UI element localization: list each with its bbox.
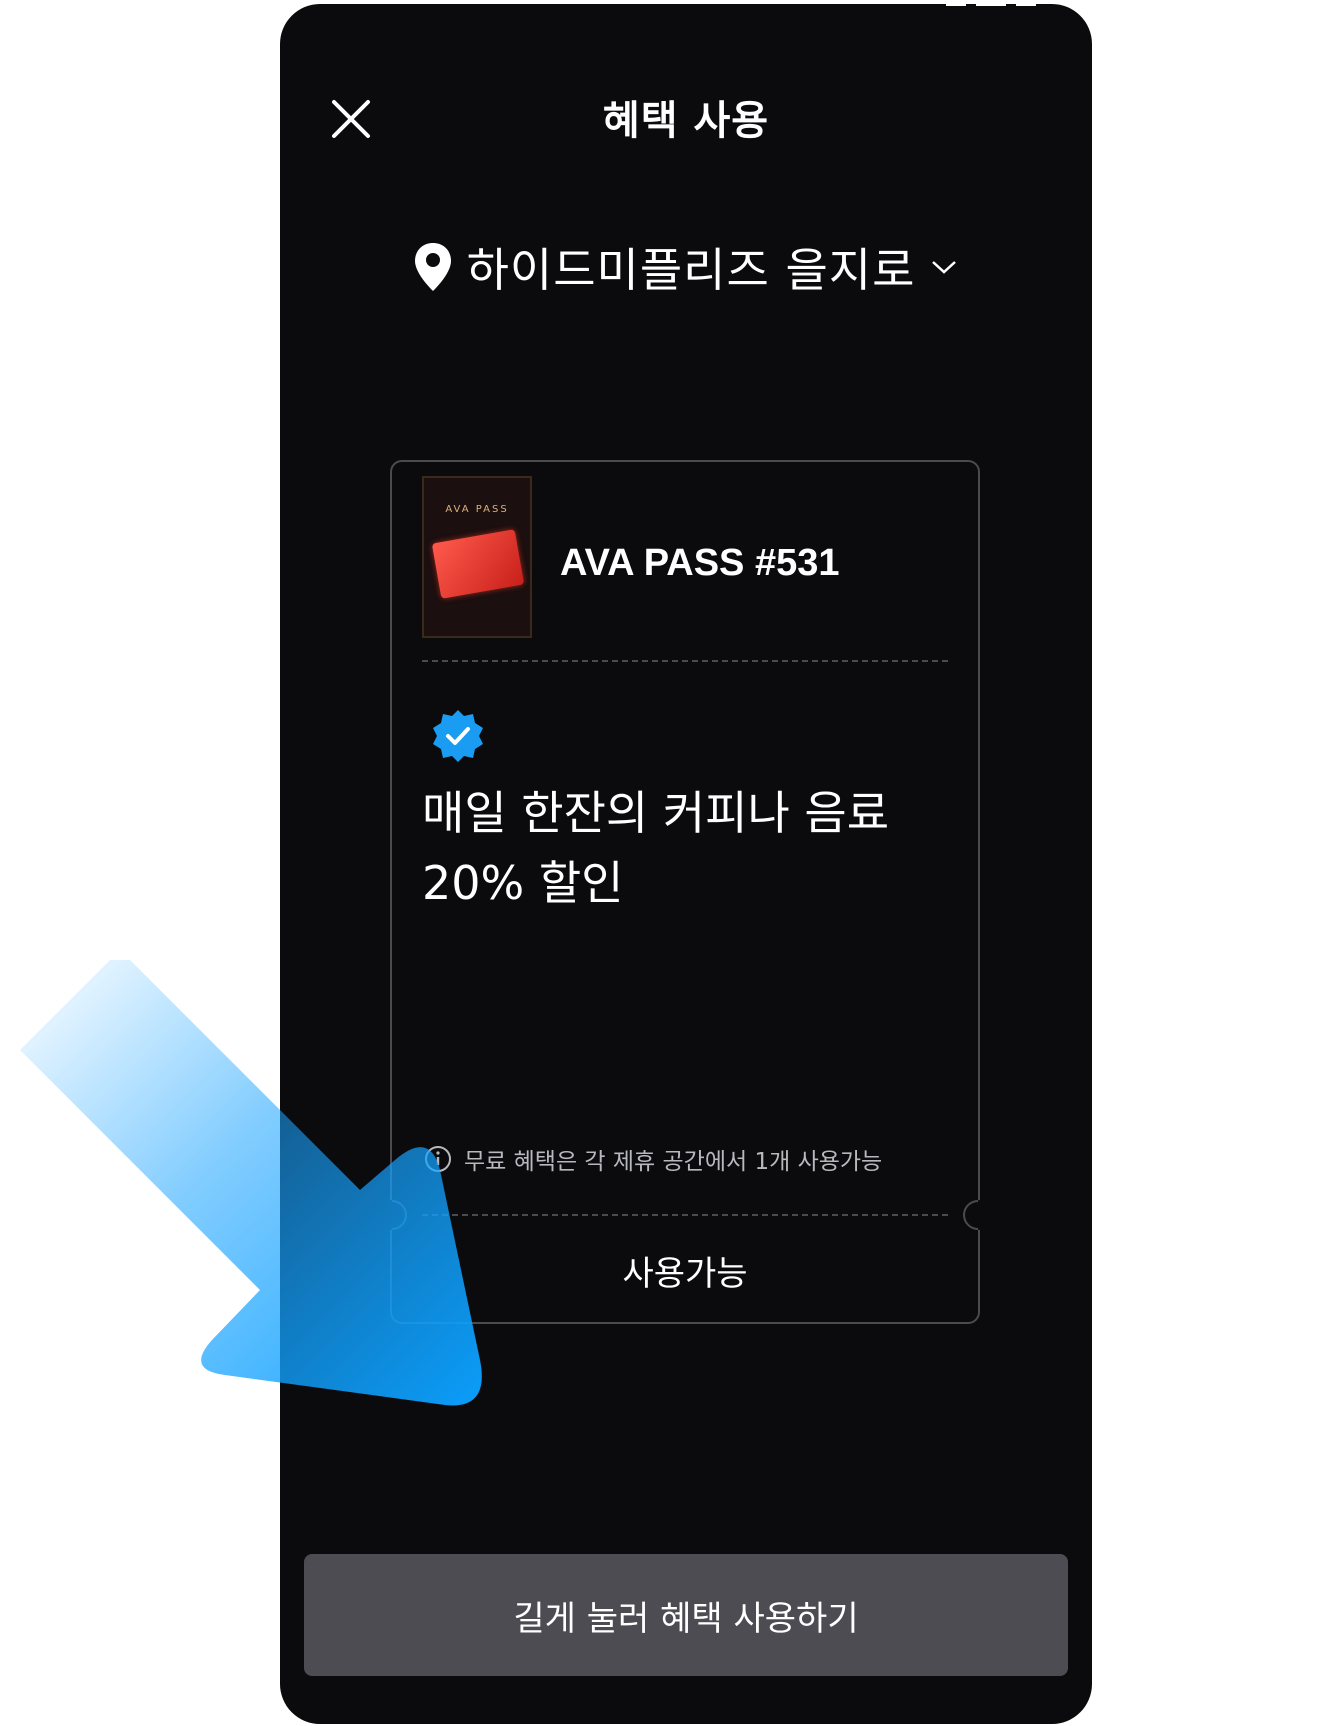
status-label: 사용가능 (622, 1254, 748, 1294)
thumbnail-label: AVA PASS (445, 504, 509, 515)
verified-badge-icon (433, 710, 483, 762)
page-title: 혜택 사용 (602, 98, 770, 144)
ticket-notch-left (370, 1193, 414, 1237)
location-name: 하이드미플리즈 을지로 (466, 243, 916, 297)
status-bar-fragment (946, 0, 1036, 6)
benefit-text: 매일 한잔의 커피나 음료 20% 할인 (422, 786, 890, 910)
notice: 무료 혜택은 각 제휴 공간에서 1개 사용가능 (424, 1142, 882, 1176)
pass-title: AVA PASS #531 (560, 542, 840, 584)
benefit-card: AVA PASS AVA PASS #531 매일 한잔의 커피나 음료 20%… (370, 460, 1000, 1324)
location-pin-icon (414, 243, 451, 291)
chevron-down-icon (932, 261, 957, 274)
phone-screen: 혜택 사용 하이드미플리즈 을지로 AVA PASS AVA PASS #531… (280, 4, 1092, 1724)
ticket-notch-right (956, 1193, 1000, 1237)
divider (422, 1214, 948, 1216)
long-press-use-button[interactable]: 길게 눌러 혜택 사용하기 (304, 1554, 1068, 1676)
pass-thumbnail: AVA PASS (422, 476, 532, 638)
location-selector[interactable]: 하이드미플리즈 을지로 (280, 232, 1092, 302)
pass-card-art (431, 529, 525, 599)
divider (422, 660, 948, 662)
info-icon (425, 1146, 451, 1172)
notice-text: 무료 혜택은 각 제휴 공간에서 1개 사용가능 (464, 1149, 883, 1175)
